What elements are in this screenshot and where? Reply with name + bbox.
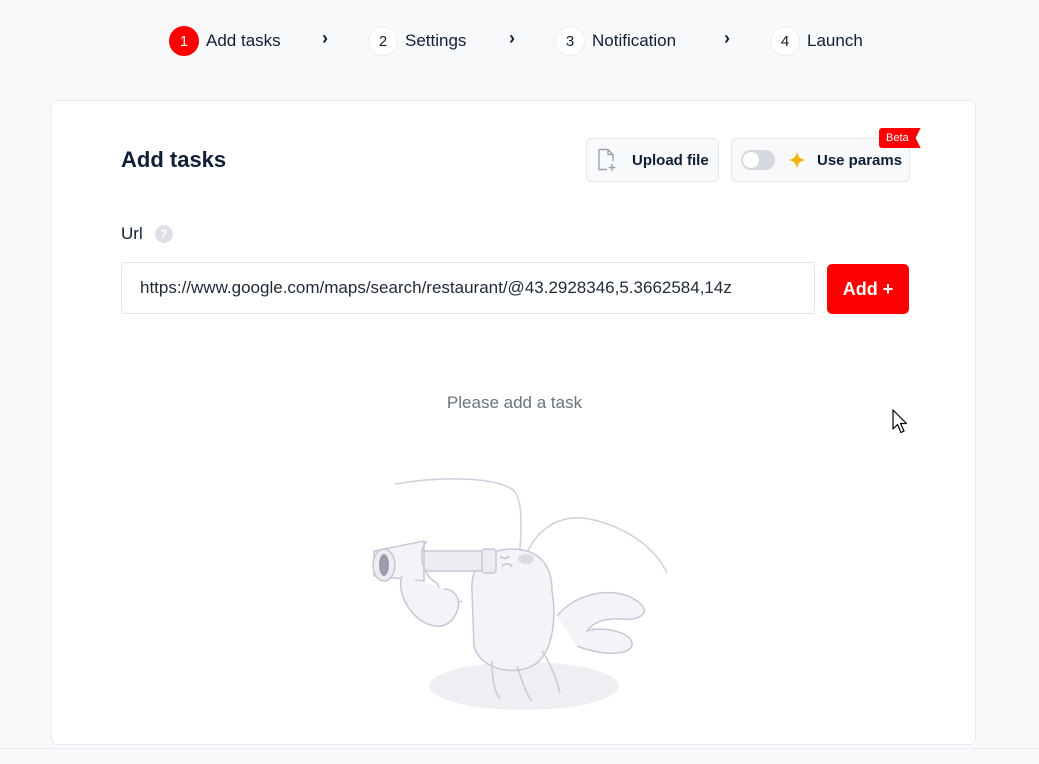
beta-badge: Beta: [879, 128, 921, 148]
lobster-telescope-illustration: [372, 478, 668, 710]
upload-file-label: Upload file: [632, 151, 709, 169]
step-label: Launch: [807, 31, 863, 50]
add-tasks-card: Add tasks Upload file Use params Beta Ur…: [51, 100, 976, 745]
sparkle-icon: [788, 151, 806, 169]
toggle-knob: [743, 152, 759, 168]
step-number: 1: [169, 26, 199, 56]
url-label: Url ?: [121, 224, 173, 244]
chevron-right-icon: ›: [509, 28, 515, 48]
card-title: Add tasks: [121, 147, 227, 172]
upload-file-button[interactable]: Upload file: [586, 138, 719, 182]
use-params-label: Use params: [817, 151, 903, 169]
chevron-right-icon: ›: [322, 28, 328, 48]
file-plus-icon: [598, 148, 616, 171]
url-input[interactable]: [121, 262, 815, 314]
mouse-cursor-icon: [892, 409, 908, 434]
use-params-toggle[interactable]: [741, 150, 775, 170]
step-number: 3: [555, 26, 585, 56]
empty-state-message: Please add a task: [446, 393, 583, 412]
add-button[interactable]: Add +: [827, 264, 909, 314]
chevron-right-icon: ›: [724, 28, 730, 48]
help-icon[interactable]: ?: [154, 225, 173, 243]
step-label: Notification: [592, 31, 677, 50]
step-label: Add tasks: [206, 31, 281, 50]
step-notification[interactable]: 3 Notification: [555, 26, 676, 56]
step-number: 4: [770, 26, 800, 56]
stepper: 1 Add tasks › 2 Settings › 3 Notificatio…: [0, 0, 1039, 82]
step-add-tasks[interactable]: 1 Add tasks: [169, 26, 281, 56]
step-number: 2: [368, 26, 398, 56]
step-launch[interactable]: 4 Launch: [770, 26, 863, 56]
step-label: Settings: [405, 31, 467, 50]
divider: [0, 748, 1039, 749]
step-settings[interactable]: 2 Settings: [368, 26, 466, 56]
url-label-text: Url: [121, 224, 143, 243]
